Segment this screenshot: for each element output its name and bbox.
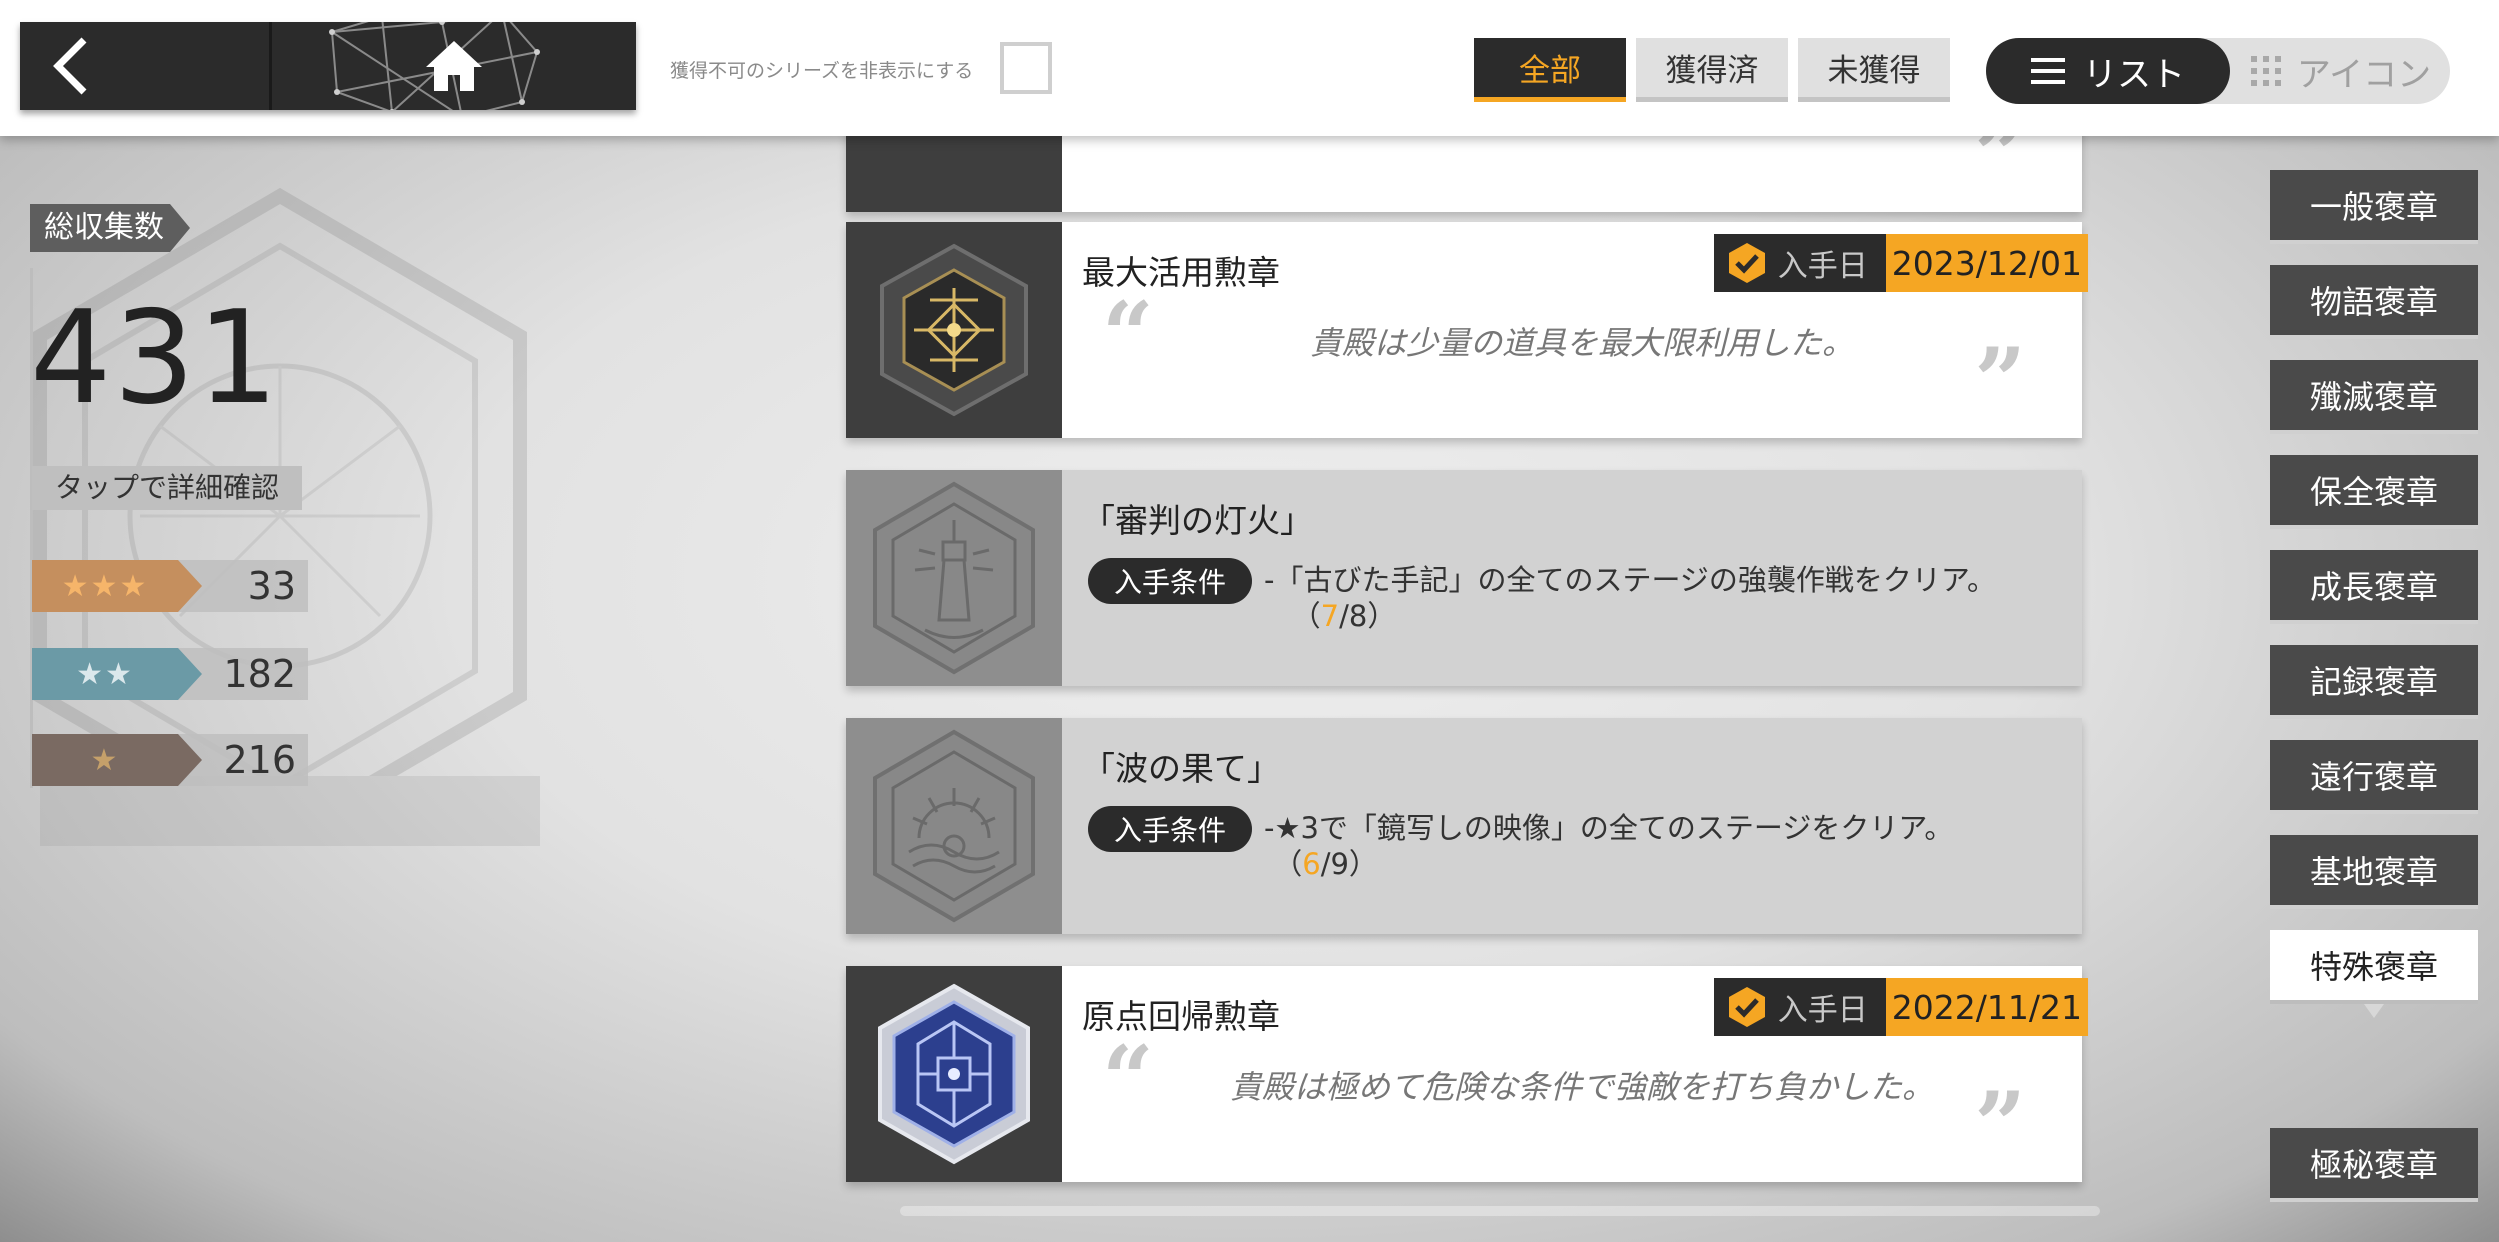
category-growth[interactable]: 成長褒章 <box>2270 550 2478 624</box>
two-star-flag: ★★ <box>32 648 202 700</box>
home-button[interactable] <box>272 22 636 110</box>
obtained-date-value: 2022/11/21 <box>1885 978 2088 1036</box>
medal-description: 貴殿は少量の道具を最大限利用した。 <box>1309 324 1854 362</box>
condition-progress: （7/8） <box>1264 599 1397 633</box>
three-star-count: 33 <box>247 564 296 608</box>
icon-view-label: アイコン <box>2296 54 2432 95</box>
medal-thumbnail <box>846 470 1062 686</box>
list-view-label: リスト <box>2083 54 2185 95</box>
obtained-date-badge: 入手日 2022/11/21 <box>1713 978 2088 1036</box>
condition-badge: 入手条件 <box>1088 558 1252 604</box>
condition-description: -「古びた手記」の全てのステージの強襲作戦をクリア。 <box>1264 563 1996 597</box>
total-collected-value: 431 <box>30 284 281 433</box>
obtained-date-value: 2023/12/01 <box>1885 234 2088 292</box>
category-preservation[interactable]: 保全褒章 <box>2270 455 2478 529</box>
tab-all[interactable]: 全部 <box>1474 38 1626 102</box>
category-classified[interactable]: 極秘褒章 <box>2270 1128 2478 1202</box>
obtained-date-label-box: 入手日 <box>1713 978 1886 1036</box>
wave-medal-icon <box>873 729 1035 923</box>
progress-total: /9） <box>1320 847 1378 881</box>
check-badge-icon <box>1728 987 1765 1027</box>
list-view-button[interactable]: リスト <box>1986 38 2230 104</box>
condition-text: -★3で「鏡写しの映像」の全てのステージをクリア。 （6/9） <box>1264 810 2054 882</box>
hide-unobtainable-checkbox[interactable] <box>1000 42 1052 94</box>
progress-total: /8） <box>1339 599 1397 633</box>
rarity-row-1star: ★ 216 <box>32 734 308 786</box>
rarity-row-3star: ★★★ 33 <box>32 560 308 612</box>
medal-thumbnail <box>846 718 1062 934</box>
medal-card-locked[interactable]: 「審判の灯火」 入手条件 -「古びた手記」の全てのステージの強襲作戦をクリア。 … <box>846 470 2082 686</box>
lighthouse-medal-icon <box>873 481 1035 675</box>
condition-text: -「古びた手記」の全てのステージの強襲作戦をクリア。 （7/8） <box>1264 562 2054 634</box>
top-bar: 獲得不可のシリーズを非表示にする 全部 獲得済 未獲得 リスト アイコン <box>0 0 2499 136</box>
view-toggle: リスト アイコン <box>1986 38 2450 104</box>
category-special[interactable]: 特殊褒章 <box>2270 930 2478 1018</box>
progress-current: 7 <box>1320 599 1340 633</box>
medal-name: 「波の果て」 <box>1082 749 1280 788</box>
medal-card[interactable]: 最大活用勲章 入手日 2023/12/01 “ 貴殿は少量の道具を最大限利用した… <box>846 222 2088 438</box>
progress-current: 6 <box>1302 847 1321 881</box>
home-icon <box>426 41 482 91</box>
obtained-date-label-box: 入手日 <box>1713 234 1886 292</box>
progress-open: （ <box>1291 599 1321 633</box>
category-story[interactable]: 物語褒章 <box>2270 265 2478 339</box>
condition-description: -★3で「鏡写しの映像」の全てのステージをクリア。 <box>1264 811 1954 845</box>
obtained-date-label: 入手日 <box>1777 249 1868 284</box>
one-star-flag: ★ <box>32 734 202 786</box>
medal-thumbnail <box>846 222 1062 438</box>
total-collected-label: 総収集数 <box>30 204 190 252</box>
condition-progress: （6/9） <box>1264 847 1378 881</box>
check-badge-icon <box>1728 243 1765 283</box>
category-annihilation[interactable]: 殲滅褒章 <box>2270 360 2478 434</box>
nav-box <box>20 22 636 110</box>
category-base[interactable]: 基地褒章 <box>2270 835 2478 909</box>
icon-view-button[interactable]: アイコン <box>2230 38 2450 104</box>
two-star-count: 182 <box>223 652 296 696</box>
category-general[interactable]: 一般褒章 <box>2270 170 2478 244</box>
view-details-button[interactable]: タップで詳細確認 <box>32 466 302 510</box>
three-star-flag: ★★★ <box>32 560 202 612</box>
back-button[interactable] <box>20 22 272 110</box>
filter-tabs: 全部 獲得済 未獲得 <box>1474 38 1950 102</box>
obtained-date-badge: 入手日 2023/12/01 <box>1713 234 2088 292</box>
medal-card[interactable]: 原点回帰勲章 入手日 2022/11/21 “ 貴殿は極めて危険な条件で強敵を打… <box>846 966 2088 1182</box>
category-record[interactable]: 記録褒章 <box>2270 645 2478 719</box>
medal-thumbnail <box>846 966 1062 1182</box>
gold-medal-icon <box>880 243 1028 417</box>
close-quote-icon: ” <box>1974 328 2026 434</box>
obtained-date-label: 入手日 <box>1777 993 1868 1028</box>
grid-dots-icon <box>2250 56 2281 86</box>
rarity-row-2star: ★★ 182 <box>32 648 308 700</box>
progress-open: （ <box>1273 847 1303 881</box>
tab-obtained[interactable]: 獲得済 <box>1636 38 1788 102</box>
tab-unobtained[interactable]: 未獲得 <box>1798 38 1950 102</box>
blue-medal-icon <box>878 983 1030 1165</box>
list-icon <box>2031 58 2065 84</box>
medal-name: 「審判の灯火」 <box>1082 501 1313 540</box>
category-expedition[interactable]: 遠行褒章 <box>2270 740 2478 814</box>
condition-badge: 入手条件 <box>1088 806 1252 852</box>
one-star-count: 216 <box>223 738 296 782</box>
medal-card-locked[interactable]: 「波の果て」 入手条件 -★3で「鏡写しの映像」の全てのステージをクリア。 （6… <box>846 718 2082 934</box>
chevron-left-icon <box>53 37 87 95</box>
medal-description: 貴殿は極めて危険な条件で強敵を打ち負かした。 <box>1229 1068 1934 1106</box>
close-quote-icon: ” <box>1974 1072 2026 1178</box>
hide-unobtainable-label: 獲得不可のシリーズを非表示にする <box>670 60 974 82</box>
horizontal-scroll-indicator[interactable] <box>900 1206 2100 1216</box>
